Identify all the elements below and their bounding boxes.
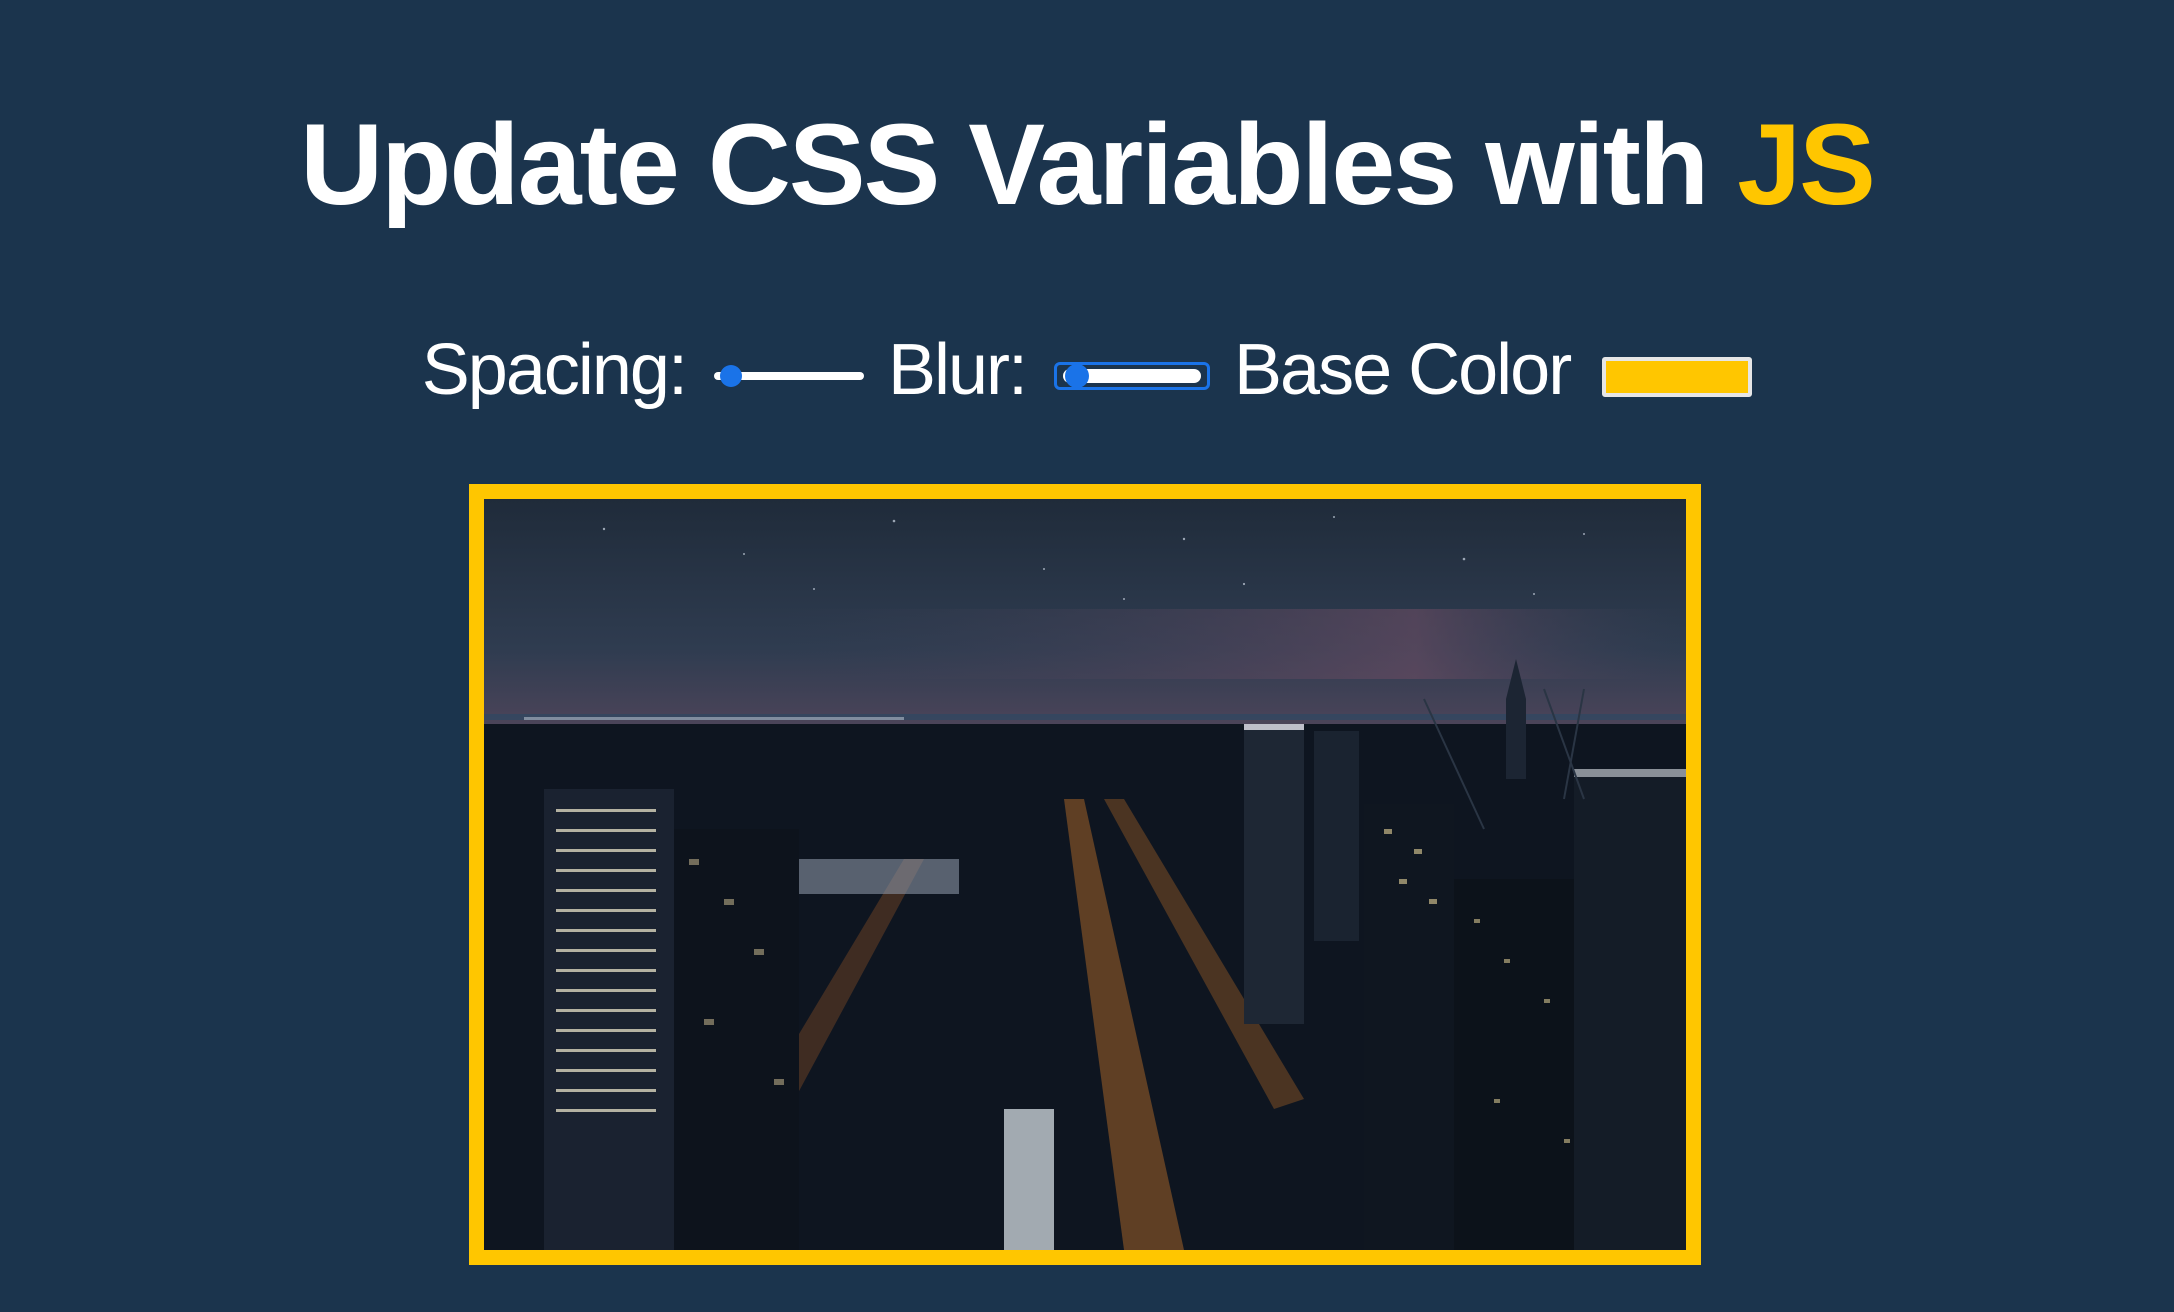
spacing-slider-thumb[interactable] [720,365,743,387]
base-color-label: Base Color [1234,330,1572,410]
blur-slider-thumb[interactable] [1065,364,1090,388]
blur-slider[interactable] [1054,362,1211,390]
page: Update CSS Variables with JS Spacing: Bl… [0,0,2174,1312]
image-frame [469,484,1701,1265]
controls-bar: Spacing: Blur: Base Color [0,320,2174,420]
title-main: Update CSS Variables with [300,101,1738,229]
spacing-label: Spacing: [421,330,688,410]
city-skyline-illustration [484,499,1686,1250]
base-color-picker[interactable] [1602,357,1753,397]
title-highlight: JS [1737,101,1876,229]
page-title: Update CSS Variables with JS [0,100,2174,230]
blur-label: Blur: [887,330,1028,410]
city-night-photo [484,499,1686,1250]
spacing-slider[interactable] [713,358,864,394]
